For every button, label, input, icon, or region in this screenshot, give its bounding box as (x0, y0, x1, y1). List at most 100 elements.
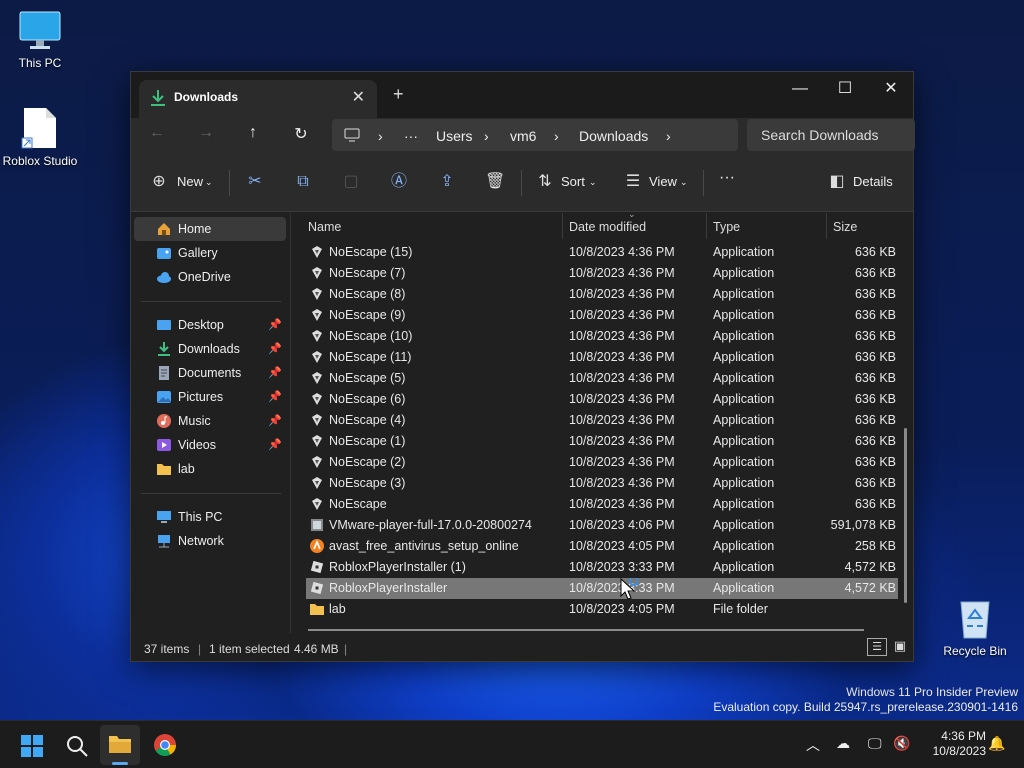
file-row[interactable]: lab 10/8/2023 4:05 PM File folder (306, 599, 898, 620)
pin-icon[interactable]: 📌 (268, 409, 282, 433)
file-name: NoEscape (5) (329, 371, 406, 385)
file-row[interactable]: RobloxPlayerInstaller 10/8/2023 3:33 PM Ap… (306, 578, 898, 599)
tiles-view-icon[interactable]: ▣ (891, 638, 909, 656)
details-button[interactable]: Details (853, 174, 893, 189)
column-divider[interactable] (826, 213, 827, 239)
windows-start-icon[interactable] (20, 734, 44, 758)
chevron-right-icon[interactable]: › (554, 128, 559, 144)
chevron-right-icon[interactable]: › (484, 128, 489, 144)
file-explorer-taskbar-button[interactable] (100, 725, 140, 765)
file-row[interactable]: NoEscape (5) 10/8/2023 4:36 PM Application… (306, 368, 898, 389)
sidebar-item-music[interactable]: Music 📌 (134, 409, 286, 433)
chevron-right-icon[interactable]: › (378, 128, 383, 144)
column-header-date[interactable]: Date modified (569, 220, 646, 234)
file-row[interactable]: NoEscape (6) 10/8/2023 4:36 PM Application… (306, 389, 898, 410)
file-row[interactable]: NoEscape (4) 10/8/2023 4:36 PM Application… (306, 410, 898, 431)
file-type: Application (713, 329, 775, 343)
new-button[interactable]: New (177, 174, 203, 189)
chevron-down-icon[interactable]: ⌄ (589, 177, 597, 188)
horizontal-scrollbar[interactable] (308, 629, 864, 631)
recycle-bin-desktop-icon[interactable]: Recycle Bin (935, 596, 1015, 658)
sidebar-item-this-pc[interactable]: This PC (134, 505, 286, 529)
chevron-up-icon[interactable]: ︿ (806, 735, 820, 755)
application-icon (312, 414, 322, 426)
sidebar-item-pictures[interactable]: Pictures 📌 (134, 385, 286, 409)
sidebar-item-documents[interactable]: Documents 📌 (134, 361, 286, 385)
chevron-down-icon[interactable]: ⌄ (680, 177, 688, 188)
breadcrumb-downloads[interactable]: Downloads (579, 128, 648, 144)
clock[interactable]: 4:36 PM 10/8/2023 (920, 729, 986, 759)
file-row[interactable]: VMware-player-full-17.0.0-20800274 10/8/2… (306, 515, 898, 536)
paste-icon[interactable]: ▢ (341, 172, 361, 192)
close-tab-icon[interactable]: ✕ (352, 87, 365, 107)
sidebar-item-home[interactable]: Home (134, 217, 286, 241)
view-button[interactable]: View (649, 174, 677, 189)
file-type: Application (713, 371, 775, 385)
this-pc-desktop-icon[interactable]: This PC (0, 10, 80, 70)
more-options-button[interactable]: ··· (719, 169, 735, 187)
sort-icon: ⇅ (538, 173, 552, 190)
sort-button[interactable]: Sort (561, 174, 585, 189)
column-divider[interactable] (562, 213, 563, 239)
file-row[interactable]: avast_free_antivirus_setup_online 10/8/20… (306, 536, 898, 557)
address-bar[interactable]: › ··· Users › vm6 › Downloads › (332, 119, 738, 151)
column-divider[interactable] (706, 213, 707, 239)
file-row[interactable]: RobloxPlayerInstaller (1) 10/8/2023 3:33 … (306, 557, 898, 578)
back-arrow-icon[interactable]: ← (145, 124, 169, 142)
file-row[interactable]: NoEscape (9) 10/8/2023 4:36 PM Application… (306, 305, 898, 326)
cut-icon[interactable]: ✂ (245, 172, 265, 192)
chevron-right-icon[interactable]: › (666, 128, 671, 144)
rename-icon[interactable]: Ⓐ (389, 172, 409, 192)
sidebar-item-lab[interactable]: lab (134, 457, 286, 481)
file-row[interactable]: NoEscape (8) 10/8/2023 4:36 PM Application… (306, 284, 898, 305)
sidebar-item-onedrive[interactable]: OneDrive (134, 265, 286, 289)
file-row[interactable]: NoEscape (7) 10/8/2023 4:36 PM Application… (306, 263, 898, 284)
volume-muted-icon[interactable]: 🔇 (893, 735, 910, 752)
forward-arrow-icon[interactable]: → (194, 124, 218, 142)
sidebar-item-gallery[interactable]: Gallery (134, 241, 286, 265)
sidebar-item-downloads[interactable]: Downloads 📌 (134, 337, 286, 361)
file-row[interactable]: NoEscape (11) 10/8/2023 4:36 PM Applicatio… (306, 347, 898, 368)
breadcrumb-vm6[interactable]: vm6 (510, 128, 536, 144)
search-icon[interactable] (65, 734, 89, 758)
file-row[interactable]: NoEscape (15) 10/8/2023 4:36 PM Applicatio… (306, 242, 898, 263)
sidebar-item-desktop[interactable]: Desktop 📌 (134, 313, 286, 337)
gallery-icon (157, 248, 171, 259)
onedrive-tray-icon[interactable]: ☁ (836, 735, 850, 752)
tab-downloads[interactable]: Downloads ✕ (139, 80, 377, 118)
pin-icon[interactable]: 📌 (268, 385, 282, 409)
pin-icon[interactable]: 📌 (268, 361, 282, 385)
close-button[interactable]: ✕ (868, 76, 914, 104)
file-row[interactable]: NoEscape 10/8/2023 4:36 PM Application 636 … (306, 494, 898, 515)
refresh-icon[interactable]: ↻ (289, 124, 313, 144)
copy-icon[interactable]: ⧉ (293, 172, 313, 192)
breadcrumb-overflow[interactable]: ··· (404, 128, 418, 144)
up-arrow-icon[interactable]: ↑ (241, 124, 265, 142)
file-row[interactable]: NoEscape (3) 10/8/2023 4:36 PM Application… (306, 473, 898, 494)
pin-icon[interactable]: 📌 (268, 313, 282, 337)
chrome-icon[interactable] (153, 733, 177, 757)
file-row[interactable]: NoEscape (10) 10/8/2023 4:36 PM Applicatio… (306, 326, 898, 347)
minimize-button[interactable]: — (777, 76, 823, 104)
file-row[interactable]: NoEscape (2) 10/8/2023 4:36 PM Application… (306, 452, 898, 473)
delete-icon[interactable]: 🗑 (485, 172, 505, 192)
pin-icon[interactable]: 📌 (268, 433, 282, 457)
search-input[interactable]: Search Downloads (747, 119, 915, 151)
sidebar-item-videos[interactable]: Videos 📌 (134, 433, 286, 457)
share-icon[interactable]: ⇪ (437, 172, 457, 192)
column-header-size[interactable]: Size (833, 220, 857, 234)
breadcrumb-users[interactable]: Users (436, 128, 473, 144)
notification-bell-icon[interactable]: 🔔 (988, 735, 1005, 752)
new-tab-button[interactable]: + (393, 84, 404, 105)
chevron-down-icon[interactable]: ⌄ (205, 177, 213, 188)
file-row[interactable]: NoEscape (1) 10/8/2023 4:36 PM Application… (306, 431, 898, 452)
maximize-button[interactable]: ☐ (822, 76, 868, 104)
vertical-scrollbar[interactable] (904, 428, 907, 603)
column-header-name[interactable]: Name (308, 220, 341, 234)
column-header-type[interactable]: Type (713, 220, 740, 234)
pin-icon[interactable]: 📌 (268, 337, 282, 361)
network-tray-icon[interactable]: 🖵 (868, 735, 882, 752)
roblox-studio-desktop-icon[interactable]: Roblox Studio (0, 106, 82, 168)
sidebar-item-network[interactable]: Network (134, 529, 286, 553)
details-view-icon[interactable]: ☰ (867, 638, 887, 656)
